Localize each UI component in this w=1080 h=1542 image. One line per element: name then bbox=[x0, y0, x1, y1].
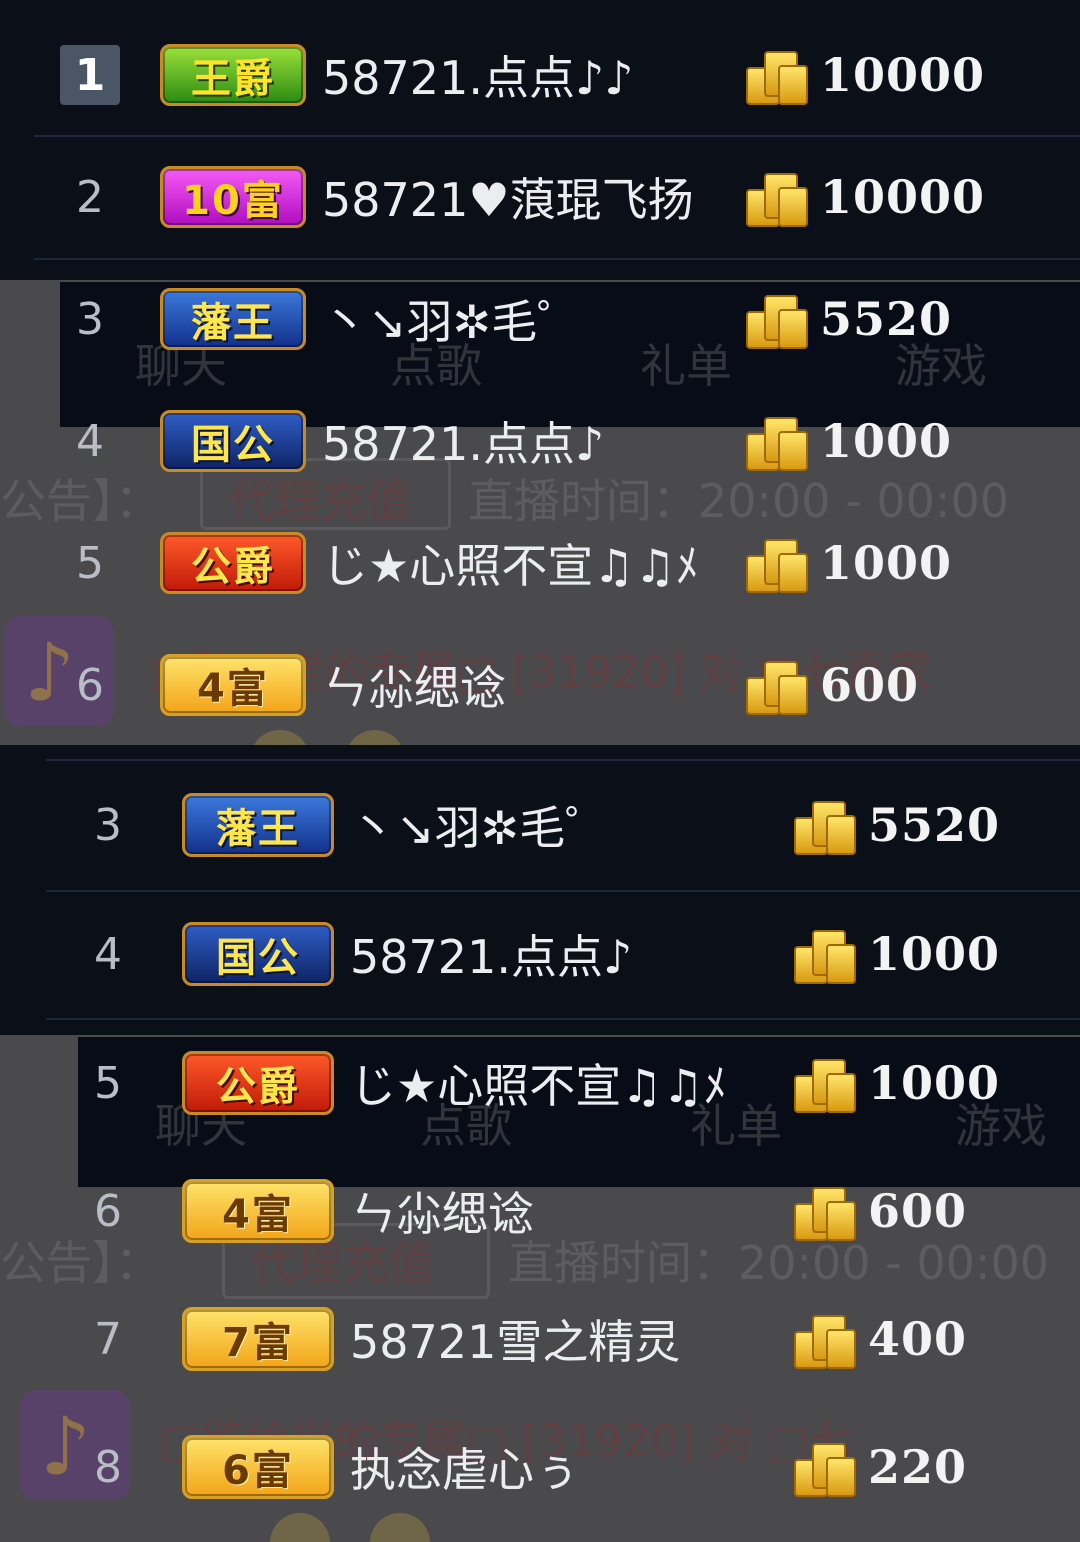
gold-coins-icon bbox=[790, 1181, 856, 1241]
rank-number: 8 bbox=[94, 1441, 122, 1493]
title-badge: 公爵 bbox=[160, 532, 306, 594]
contribution-amount: 1000 bbox=[820, 536, 953, 590]
contribution-amount: 1000 bbox=[868, 927, 1001, 981]
user-name[interactable]: ㄣ尛缌谂 bbox=[322, 652, 742, 718]
contribution-amount: 220 bbox=[868, 1440, 968, 1494]
top-ranking-panel: 聊天 点歌 礼单 游戏 公告】： 代理充值 直播时间：20:00 - 00:00… bbox=[0, 0, 1080, 745]
rank-number: 5 bbox=[76, 537, 104, 589]
user-name[interactable]: じ★心照不宣♫♫ﾒ bbox=[322, 530, 742, 596]
ranking-row[interactable]: 5 公爵 じ★心照不宣♫♫ﾒ 1000 bbox=[60, 502, 952, 624]
gold-coins-icon bbox=[742, 289, 808, 349]
ranking-row[interactable]: 1 王爵 58721.点点♪♪ 10000 bbox=[60, 14, 985, 136]
rank-number: 4 bbox=[94, 928, 122, 980]
user-name[interactable]: 执念虐心ぅ bbox=[350, 1434, 790, 1500]
gold-coins-icon bbox=[742, 533, 808, 593]
rank-number: 2 bbox=[76, 171, 104, 223]
user-name[interactable]: 58721.点点♪ bbox=[322, 408, 742, 474]
rank-number: 3 bbox=[94, 799, 122, 851]
gold-coins-icon bbox=[790, 795, 856, 855]
user-name[interactable]: 丶↘羽✲毛゜ bbox=[322, 286, 742, 352]
gold-coins-icon bbox=[742, 411, 808, 471]
gold-coins-icon bbox=[742, 45, 808, 105]
contribution-amount: 600 bbox=[820, 658, 920, 712]
contribution-amount: 10000 bbox=[820, 48, 986, 102]
ranking-row[interactable]: 4 国公 58721.点点♪ 1000 bbox=[78, 890, 1000, 1018]
ranking-row[interactable]: 6 4富 ㄣ尛缌谂 600 bbox=[60, 624, 919, 745]
user-name[interactable]: 丶↘羽✲毛゜ bbox=[350, 792, 790, 858]
title-badge: 公爵 bbox=[182, 1051, 334, 1115]
rank-number: 4 bbox=[76, 415, 104, 467]
title-badge: 国公 bbox=[160, 410, 306, 472]
ranking-row[interactable]: 6 4富 ㄣ尛缌谂 600 bbox=[78, 1147, 967, 1275]
contribution-amount: 5520 bbox=[868, 798, 1001, 852]
title-badge: 藩王 bbox=[160, 288, 306, 350]
contribution-amount: 5520 bbox=[820, 292, 953, 346]
contribution-amount: 10000 bbox=[820, 170, 986, 224]
rank-number: 6 bbox=[94, 1185, 122, 1237]
ranking-row[interactable]: 3 藩王 丶↘羽✲毛゜ 5520 bbox=[78, 761, 1000, 889]
contribution-amount: 1000 bbox=[868, 1056, 1001, 1110]
title-badge: 4富 bbox=[160, 654, 306, 716]
rank-number: 7 bbox=[94, 1313, 122, 1365]
contribution-amount: 1000 bbox=[820, 414, 953, 468]
title-badge: 藩王 bbox=[182, 793, 334, 857]
ranking-row[interactable]: 3 藩王 丶↘羽✲毛゜ 5520 bbox=[60, 258, 952, 380]
ranking-row[interactable]: 4 国公 58721.点点♪ 1000 bbox=[60, 380, 952, 502]
ranking-row[interactable]: 8 6富 执念虐心ぅ 220 bbox=[78, 1403, 967, 1531]
title-badge: 国公 bbox=[182, 922, 334, 986]
rank-number: 5 bbox=[94, 1057, 122, 1109]
ranking-row[interactable]: 5 公爵 じ★心照不宣♫♫ﾒ 1000 bbox=[78, 1019, 1000, 1147]
title-badge: 王爵 bbox=[160, 44, 306, 106]
bottom-ranking-panel: 聊天 点歌 礼单 游戏 公告】： 代理充值 直播时间：20:00 - 00:00… bbox=[0, 745, 1080, 1542]
contribution-amount: 400 bbox=[868, 1312, 968, 1366]
gold-coins-icon bbox=[790, 1309, 856, 1369]
title-badge: 6富 bbox=[182, 1435, 334, 1499]
user-name[interactable]: 58721.点点♪♪ bbox=[322, 42, 742, 108]
user-name[interactable]: じ★心照不宣♫♫ﾒ bbox=[350, 1050, 790, 1116]
ranking-row[interactable]: 7 7富 58721雪之精灵 400 bbox=[78, 1275, 967, 1403]
gold-coins-icon bbox=[790, 1053, 856, 1113]
contribution-amount: 600 bbox=[868, 1184, 968, 1238]
rank-number: 3 bbox=[76, 293, 104, 345]
title-badge: 4富 bbox=[182, 1179, 334, 1243]
gold-coins-icon bbox=[790, 1437, 856, 1497]
user-name[interactable]: 58721♥蒗琨飞扬 bbox=[322, 164, 742, 230]
user-name[interactable]: 58721雪之精灵 bbox=[350, 1306, 790, 1372]
gold-coins-icon bbox=[790, 924, 856, 984]
title-badge: 7富 bbox=[182, 1307, 334, 1371]
ranking-row[interactable]: 2 10富 58721♥蒗琨飞扬 10000 bbox=[60, 136, 985, 258]
user-name[interactable]: ㄣ尛缌谂 bbox=[350, 1178, 790, 1244]
rank-number: 1 bbox=[60, 45, 120, 105]
gold-coins-icon bbox=[742, 655, 808, 715]
title-badge: 10富 bbox=[160, 166, 306, 228]
user-name[interactable]: 58721.点点♪ bbox=[350, 921, 790, 987]
gold-coins-icon bbox=[742, 167, 808, 227]
rank-number: 6 bbox=[76, 659, 104, 711]
